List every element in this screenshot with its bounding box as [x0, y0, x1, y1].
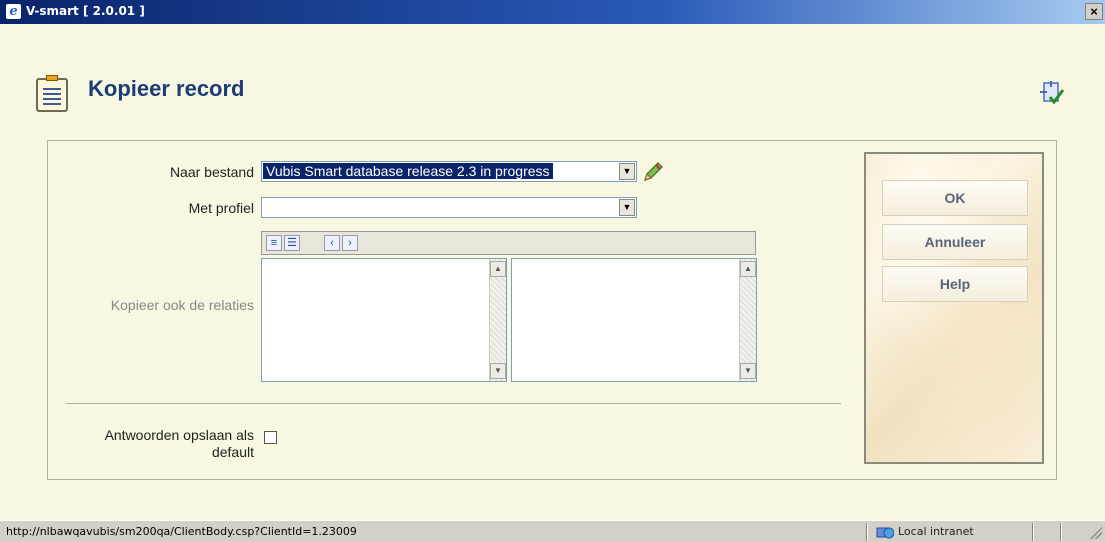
button-panel: OK Annuleer Help [864, 152, 1044, 464]
relaties-toolbar: ≡ ☰ ‹ › [261, 231, 756, 255]
dropdown-arrow-icon[interactable]: ▼ [619, 163, 635, 180]
resize-grip-icon[interactable] [1090, 527, 1102, 539]
met-profiel-select[interactable]: ▼ [261, 197, 637, 218]
relaties-label: Kopieer ook de relaties [110, 297, 254, 313]
help-button[interactable]: Help [882, 266, 1028, 302]
naar-bestand-select[interactable]: Vubis Smart database release 2.3 in prog… [261, 161, 637, 182]
scrollbar[interactable]: ▲ ▼ [739, 259, 756, 381]
scroll-down-icon[interactable]: ▼ [490, 363, 506, 379]
divider [66, 403, 841, 404]
scroll-down-icon[interactable]: ▼ [740, 363, 756, 379]
browser-icon: e [6, 4, 21, 19]
title-bar: e V-smart [ 2.0.01 ] × [0, 0, 1105, 24]
settings-check-icon[interactable] [1039, 80, 1065, 106]
dropdown-arrow-icon[interactable]: ▼ [619, 199, 635, 216]
arrow-left-icon[interactable]: ‹ [324, 235, 340, 251]
page-title: Kopieer record [88, 76, 245, 101]
list-view-icon[interactable]: ≡ [266, 235, 282, 251]
default-label-line1: Antwoorden opslaan als [104, 427, 254, 443]
relaties-list-right[interactable]: ▲ ▼ [511, 258, 757, 382]
detail-view-icon[interactable]: ☰ [284, 235, 300, 251]
zone-label: Local intranet [898, 525, 974, 538]
status-bar: http://nlbawqavubis/sm200qa/ClientBody.c… [0, 520, 1105, 542]
status-separator [866, 523, 868, 541]
page-header: Kopieer record [0, 24, 1105, 134]
window-title: V-smart [ 2.0.01 ] [26, 4, 145, 18]
status-separator [1060, 523, 1062, 541]
pencil-edit-icon[interactable] [641, 160, 665, 184]
ok-button[interactable]: OK [882, 180, 1028, 216]
scrollbar[interactable]: ▲ ▼ [489, 259, 506, 381]
arrow-right-icon[interactable]: › [342, 235, 358, 251]
close-button[interactable]: × [1085, 3, 1103, 20]
scroll-up-icon[interactable]: ▲ [490, 261, 506, 277]
default-checkbox[interactable] [264, 431, 277, 444]
naar-bestand-label: Naar bestand [169, 164, 254, 180]
met-profiel-label: Met profiel [188, 200, 254, 216]
scroll-up-icon[interactable]: ▲ [740, 261, 756, 277]
cancel-button[interactable]: Annuleer [882, 224, 1028, 260]
default-label-line2: default [211, 444, 254, 460]
relaties-list-left[interactable]: ▲ ▼ [261, 258, 507, 382]
status-separator [1032, 523, 1034, 541]
intranet-globe-icon [876, 527, 894, 539]
status-url: http://nlbawqavubis/sm200qa/ClientBody.c… [6, 525, 357, 538]
clipboard-icon [36, 75, 68, 112]
naar-bestand-value: Vubis Smart database release 2.3 in prog… [263, 163, 553, 179]
